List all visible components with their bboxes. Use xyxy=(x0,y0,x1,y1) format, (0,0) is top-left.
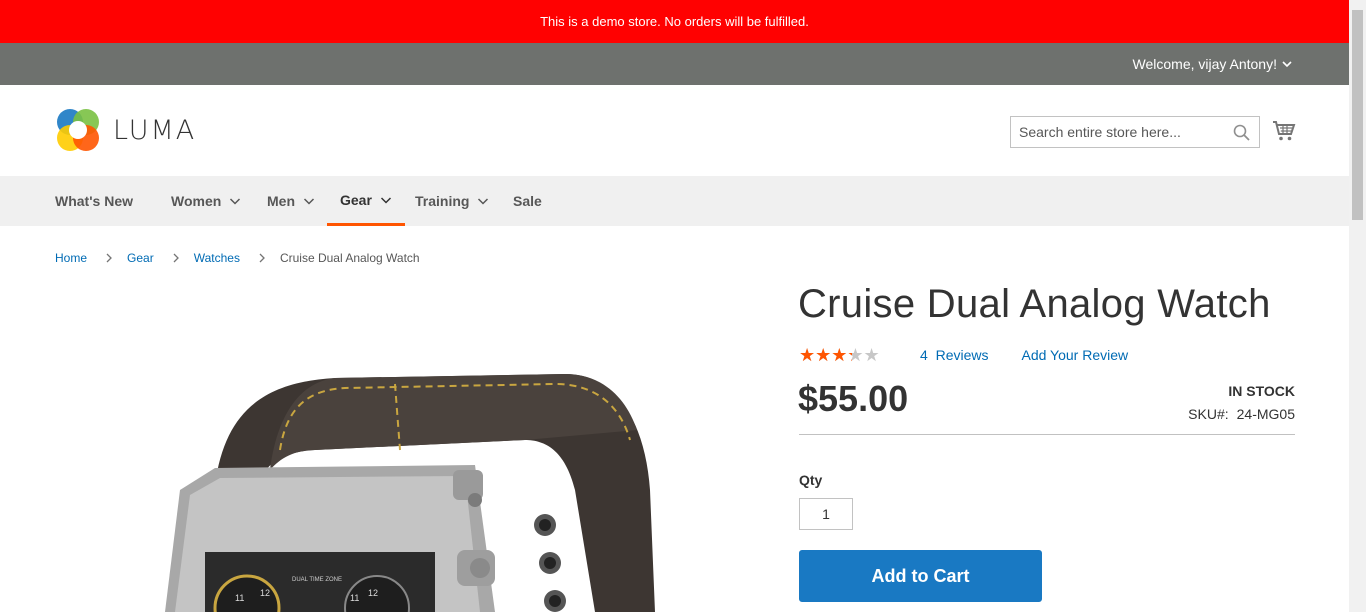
page-scrollbar[interactable] xyxy=(1349,0,1366,612)
chevron-right-icon xyxy=(258,253,266,263)
demo-store-notice: This is a demo store. No orders will be … xyxy=(0,0,1349,43)
chevron-down-icon xyxy=(380,196,391,204)
scrollbar-thumb[interactable] xyxy=(1352,10,1363,220)
welcome-text: Welcome, vijay Antony! xyxy=(1132,56,1277,72)
chevron-right-icon xyxy=(172,253,180,263)
stock-status: IN STOCK xyxy=(1228,383,1295,399)
logo-text: LUMA xyxy=(113,114,197,146)
chevron-down-icon xyxy=(303,198,315,205)
product-reviews-summary: ★★★★★ ★★★★★ 4 Reviews Add Your Review xyxy=(799,346,1128,364)
divider xyxy=(799,434,1295,435)
breadcrumb-watches[interactable]: Watches xyxy=(194,251,240,265)
top-panel: Welcome, vijay Antony! xyxy=(0,43,1349,85)
watch-face-text: DUAL TIME ZONE xyxy=(292,577,342,583)
search-box xyxy=(1010,116,1260,148)
product-image-gallery[interactable]: 12 12 11 11 DUAL TIME ZONE xyxy=(55,290,755,612)
add-review-link[interactable]: Add Your Review xyxy=(1021,347,1128,363)
sku-value: 24-MG05 xyxy=(1236,406,1295,422)
nav-item-whats-new[interactable]: What's New xyxy=(55,176,133,226)
nav-item-men[interactable]: Men xyxy=(267,176,315,226)
nav-item-women[interactable]: Women xyxy=(171,176,241,226)
svg-text:11: 11 xyxy=(350,593,359,603)
luma-logo-icon xyxy=(57,109,99,151)
breadcrumb-current: Cruise Dual Analog Watch xyxy=(279,251,420,265)
nav-label: Men xyxy=(267,193,295,209)
reviews-count: 4 xyxy=(920,347,928,363)
svg-text:12: 12 xyxy=(368,588,378,598)
reviews-label: Reviews xyxy=(935,347,989,363)
shopping-cart-icon[interactable] xyxy=(1272,119,1296,143)
product-sku: SKU#: 24-MG05 xyxy=(1188,406,1295,422)
page-title: Cruise Dual Analog Watch xyxy=(798,282,1271,326)
sku-label: SKU#: xyxy=(1188,406,1229,422)
rating-stars-filled-icon: ★★★★★ xyxy=(799,346,852,364)
breadcrumb-gear[interactable]: Gear xyxy=(127,251,154,265)
nav-label: Sale xyxy=(513,193,542,209)
nav-item-gear[interactable]: Gear xyxy=(327,176,405,226)
nav-label: Gear xyxy=(340,191,372,208)
nav-label: Training xyxy=(415,193,470,209)
nav-label: Women xyxy=(171,193,222,209)
nav-item-sale[interactable]: Sale xyxy=(513,176,542,226)
reviews-link[interactable]: 4 Reviews xyxy=(920,347,988,363)
svg-text:12: 12 xyxy=(260,588,270,598)
svg-text:11: 11 xyxy=(235,593,244,603)
qty-input[interactable] xyxy=(799,498,853,530)
breadcrumb: Home Gear Watches Cruise Dual Analog Wat… xyxy=(55,251,420,265)
customer-welcome-dropdown[interactable]: Welcome, vijay Antony! xyxy=(1133,43,1293,85)
search-icon[interactable] xyxy=(1233,124,1250,141)
header: LUMA xyxy=(0,85,1349,176)
chevron-down-icon xyxy=(1282,61,1292,68)
product-price: $55.00 xyxy=(798,378,909,419)
chevron-down-icon xyxy=(230,198,241,205)
rating-stars: ★★★★★ ★★★★★ xyxy=(799,346,887,364)
nav-label: What's New xyxy=(55,193,134,209)
logo[interactable]: LUMA xyxy=(55,107,196,153)
chevron-right-icon xyxy=(105,253,113,263)
chevron-down-icon xyxy=(478,198,489,205)
search-input[interactable] xyxy=(1011,117,1221,147)
main-navigation: What's New Women Men Gear Training Sale xyxy=(0,176,1349,226)
add-to-cart-button[interactable]: Add to Cart xyxy=(799,550,1042,602)
product-image: 12 12 11 11 DUAL TIME ZONE xyxy=(165,374,655,612)
nav-item-training[interactable]: Training xyxy=(415,176,489,226)
breadcrumb-home[interactable]: Home xyxy=(55,251,87,265)
qty-label: Qty xyxy=(799,472,823,488)
